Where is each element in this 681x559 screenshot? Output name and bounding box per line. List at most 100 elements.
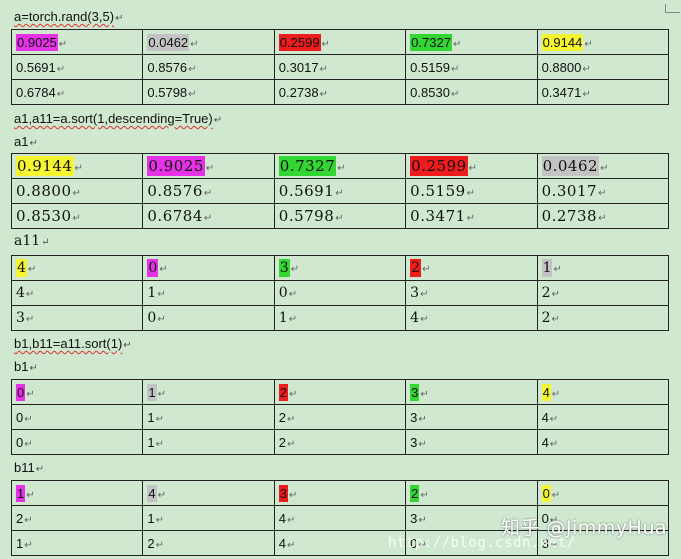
table-cell: 0↵ <box>142 305 275 331</box>
table-row: 4↵ 1↵ 0↵ 3↵ 2↵ <box>10 280 670 306</box>
paragraph-mark: ↵ <box>29 138 38 149</box>
table-cell: 4↵ <box>10 255 144 281</box>
table-cell: 0.2738↵ <box>536 203 670 229</box>
cell-value: 0 <box>16 383 26 401</box>
paragraph-mark: ↵ <box>35 464 45 475</box>
table-cell: 3↵ <box>405 429 538 455</box>
cell-value: 1 <box>147 434 155 450</box>
cell-value: 0.2738 <box>278 84 319 100</box>
cell-value: 1 <box>147 383 157 401</box>
cell-value: 0 <box>147 310 157 326</box>
cell-end-mark: ↵ <box>551 289 560 300</box>
code-line-sort2: b1,b11=a11.sort(1)↵ <box>14 336 132 354</box>
cell-end-mark: ↵ <box>335 188 345 199</box>
cell-value: 2 <box>541 310 551 326</box>
cell-end-mark: ↵ <box>287 514 296 526</box>
cell-value: 0.8800 <box>16 182 72 200</box>
table-row: 1 ↵ 4 ↵ 3 ↵ 2 ↵ 0 ↵ <box>10 480 670 506</box>
code-text: a=torch.rand(3,5) <box>14 9 115 24</box>
watermark: 知乎 @JimmyHua <box>500 517 667 539</box>
cell-value: 3 <box>410 285 420 301</box>
cell-end-mark: ↵ <box>598 213 607 224</box>
table-row: 0.9025 ↵ 0.0462 ↵ 0.2599 ↵ 0.7327 ↵ 0.9144 ↵ <box>10 29 670 55</box>
table-cell: 0.8576↵ <box>142 178 275 204</box>
table-cell: 0.2738↵ <box>273 79 407 105</box>
table-cell: 0↵ <box>10 429 144 455</box>
cell-value: 0.3471 <box>410 207 466 225</box>
table-a1: 0.9144 ↵ 0.9025 ↵ 0.7327 ↵ 0.2599 ↵ 0.0462 ↵ 0.880… <box>10 153 670 229</box>
cell-end-mark: ↵ <box>418 438 427 450</box>
cell-end-mark: ↵ <box>420 289 429 300</box>
cell-end-mark: ↵ <box>289 489 298 501</box>
cell-value: 0.8800 <box>541 59 582 75</box>
cell-value: 0.5798 <box>147 84 188 100</box>
cell-value: 1 <box>278 310 288 326</box>
cell-end-mark: ↵ <box>56 63 66 75</box>
cell-value: 4 <box>410 310 420 326</box>
cell-end-mark: ↵ <box>287 539 296 551</box>
label-text: b11 <box>14 460 35 475</box>
table-cell: 1↵ <box>273 305 407 331</box>
table-row: 0.8800↵ 0.8576↵ 0.5691↵ 0.5159↵ 0.3017↵ <box>10 178 670 204</box>
cell-value: 0.3017 <box>278 59 319 75</box>
cell-value: 0 <box>16 434 24 450</box>
label-text: a11 <box>14 233 41 249</box>
cell-end-mark: ↵ <box>157 314 166 325</box>
cell-end-mark: ↵ <box>25 314 35 325</box>
table-cell: 4↵ <box>142 480 275 506</box>
cell-end-mark: ↵ <box>72 188 82 199</box>
table-cell: 2↵ <box>142 530 275 556</box>
cell-end-mark: ↵ <box>24 539 33 551</box>
table-cell: 4↵ <box>536 379 670 405</box>
cell-value: 4 <box>541 409 549 425</box>
cell-value: 0.7327 <box>278 156 337 176</box>
table-cell: 0.2599 ↵ <box>405 153 538 179</box>
table-cell: 0.3017↵ <box>536 178 670 204</box>
cell-value: 3 <box>410 383 420 401</box>
cell-value: 3 <box>278 484 289 502</box>
cell-value: 1 <box>147 285 157 301</box>
table-cell: 0.3471↵ <box>405 203 538 229</box>
cell-end-mark: ↵ <box>551 388 561 400</box>
cell-end-mark: ↵ <box>584 38 593 50</box>
cell-value: 0.9025 <box>16 33 58 51</box>
cell-end-mark: ↵ <box>24 514 33 526</box>
table-b1: 0 ↵ 1 ↵ 2 ↵ 3 ↵ 4 ↵ 0↵ 1↵ 2↵ 3↵ 4↵ 0↵ 1↵ 2↵ 3↵ 4↵ <box>10 379 670 455</box>
table-cell: 0.8800↵ <box>536 54 670 80</box>
table-cell: 0↵ <box>536 480 670 506</box>
label-a1: a1↵ <box>14 134 38 152</box>
cell-value: 0.0462 <box>147 33 190 51</box>
cell-value: 0 <box>278 285 288 301</box>
cell-value: 3 <box>410 409 418 425</box>
paragraph-mark: ↵ <box>123 340 132 351</box>
document-page: a=torch.rand(3,5)↵ 0.9025 ↵ 0.0462 ↵ 0.2599 ↵… <box>0 0 681 559</box>
cell-end-mark: ↵ <box>468 163 478 174</box>
table-cell: 0.7327 ↵ <box>405 29 538 55</box>
cell-end-mark: ↵ <box>26 388 35 400</box>
cell-end-mark: ↵ <box>549 413 559 425</box>
table-cell: 2↵ <box>273 379 407 405</box>
cell-end-mark: ↵ <box>420 314 429 325</box>
table-row: 0↵1↵2↵3↵4↵ <box>10 429 670 455</box>
table-cell: 0.3471↵ <box>536 79 670 105</box>
cell-end-mark: ↵ <box>420 489 429 501</box>
table-cell: 3↵ <box>405 404 538 430</box>
cell-value: 4 <box>16 259 27 277</box>
cell-end-mark: ↵ <box>288 289 298 300</box>
cell-end-mark: ↵ <box>205 163 215 174</box>
table-cell: 4↵ <box>10 280 144 306</box>
cell-end-mark: ↵ <box>188 63 197 75</box>
cell-value: 2 <box>410 259 422 277</box>
cell-end-mark: ↵ <box>466 213 476 224</box>
code-text: b1,b11=a11.sort(1) <box>14 336 123 351</box>
table-cell: 2↵ <box>405 480 538 506</box>
cell-value: 3 <box>410 510 418 526</box>
table-cell: 1↵ <box>10 530 144 556</box>
cell-value: 0 <box>541 484 551 502</box>
cell-end-mark: ↵ <box>24 413 33 425</box>
cell-end-mark: ↵ <box>466 188 476 199</box>
cell-end-mark: ↵ <box>553 264 562 275</box>
cell-end-mark: ↵ <box>288 314 298 325</box>
table-cell: 0↵ <box>142 255 275 281</box>
cell-end-mark: ↵ <box>203 188 213 199</box>
